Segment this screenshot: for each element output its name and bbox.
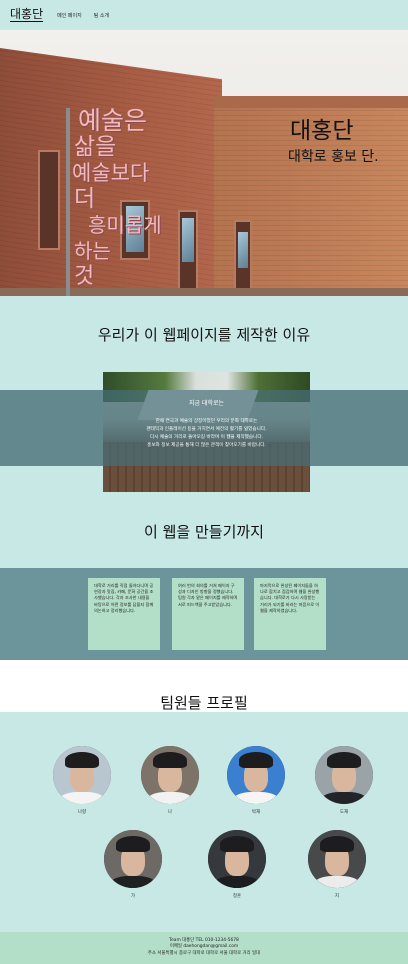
reason-paragraph: 한때 연극과 예술의 상징이었던 우리의 문화 대학로는 팬데믹과 인플레이션 … (112, 418, 301, 450)
sculpture-line: 더 (74, 186, 96, 212)
sculpture-line: 하는 (74, 239, 111, 263)
reason-heading: 지금 대학로는 (188, 400, 225, 407)
team-section-title: 팀원들 프로필 (160, 694, 248, 712)
hero-title: 대홍단 (290, 118, 354, 144)
building-window (178, 210, 198, 290)
member-name: 나 (167, 810, 173, 815)
reason-line: 홍보와 정보 제공을 통해 더 많은 관객이 찾아오기를 바랍니다. (147, 443, 266, 448)
member-photo (308, 830, 366, 888)
member-name: 지 (334, 894, 340, 899)
hero-subtitle: 대학로 홍보 단. (288, 149, 379, 165)
reason-line: 한때 연극과 예술의 상징이었던 우리의 문화 대학로는 (155, 419, 258, 424)
sculpture-line: 예술보다 (72, 161, 150, 185)
member-photo (53, 746, 111, 804)
member-photo (141, 746, 199, 804)
nav-link-main[interactable]: 메인 페이지 (57, 12, 82, 19)
building-window (234, 220, 252, 290)
sculpture-line: 흥미롭게 (88, 213, 162, 237)
reason-line: 팬데믹과 인플레이션 등을 거치면서 예전의 활기를 잃었습니다. (146, 427, 267, 432)
sculpture-pole (66, 108, 70, 296)
member-photo (227, 746, 285, 804)
footer: Team 대홍단 TEL 010-1234-5678 이메일 daehongda… (0, 932, 408, 964)
sculpture-line: 예술은 (78, 106, 148, 135)
reason-line: 다시 예술의 거리로 돌아오길 바라며 이 웹을 제작했습니다. (149, 435, 264, 440)
reason-section-title: 우리가 이 웹페이지를 제작한 이유 (97, 326, 311, 344)
process-card: 마지막으로 완성된 페이지들을 하나로 합치고 점검하며 웹을 완성했습니다. … (254, 578, 326, 650)
member-photo (315, 746, 373, 804)
member-name: 나향 (77, 810, 87, 815)
building-window (38, 150, 60, 250)
process-card: 여러 번의 회의를 거쳐 페이지 구성과 디자인 방향을 정했습니다. 팀원 각… (172, 578, 244, 650)
nav-link-team[interactable]: 팀 소개 (94, 12, 109, 19)
footer-address: 주소 서울특별시 종로구 대학로 대학로 서울 대학로 거리 일대 (147, 950, 261, 956)
member-photo (208, 830, 266, 888)
sculpture-line: 것 (74, 264, 95, 289)
hero-banner: 예술은 삶을 예술보다 더 흥미롭게 하는 것 대홍단 대학로 홍보 단. (0, 30, 408, 296)
member-name: 도재 (339, 810, 349, 815)
brand-logo-link[interactable]: 대홍단 (10, 8, 44, 22)
member-name: 정훈 (232, 894, 242, 899)
process-section-title: 이 웹을 만들기까지 (144, 523, 264, 541)
sculpture-text: 예술은 삶을 예술보다 더 흥미롭게 하는 것 (72, 108, 162, 290)
process-card: 대학로 거리를 직접 돌아다니며 공연장과 맛집, 카페, 문화 공간을 조사했… (88, 578, 160, 650)
member-name: 가 (130, 894, 136, 899)
building-roof-edge (214, 96, 408, 108)
sculpture-line: 삶을 (74, 134, 117, 160)
top-navbar: 대홍단 메인 페이지 팀 소개 (0, 0, 408, 30)
street-ground (0, 288, 408, 296)
member-name: 박재 (251, 810, 261, 815)
member-photo (104, 830, 162, 888)
team-profile-area (0, 712, 408, 932)
